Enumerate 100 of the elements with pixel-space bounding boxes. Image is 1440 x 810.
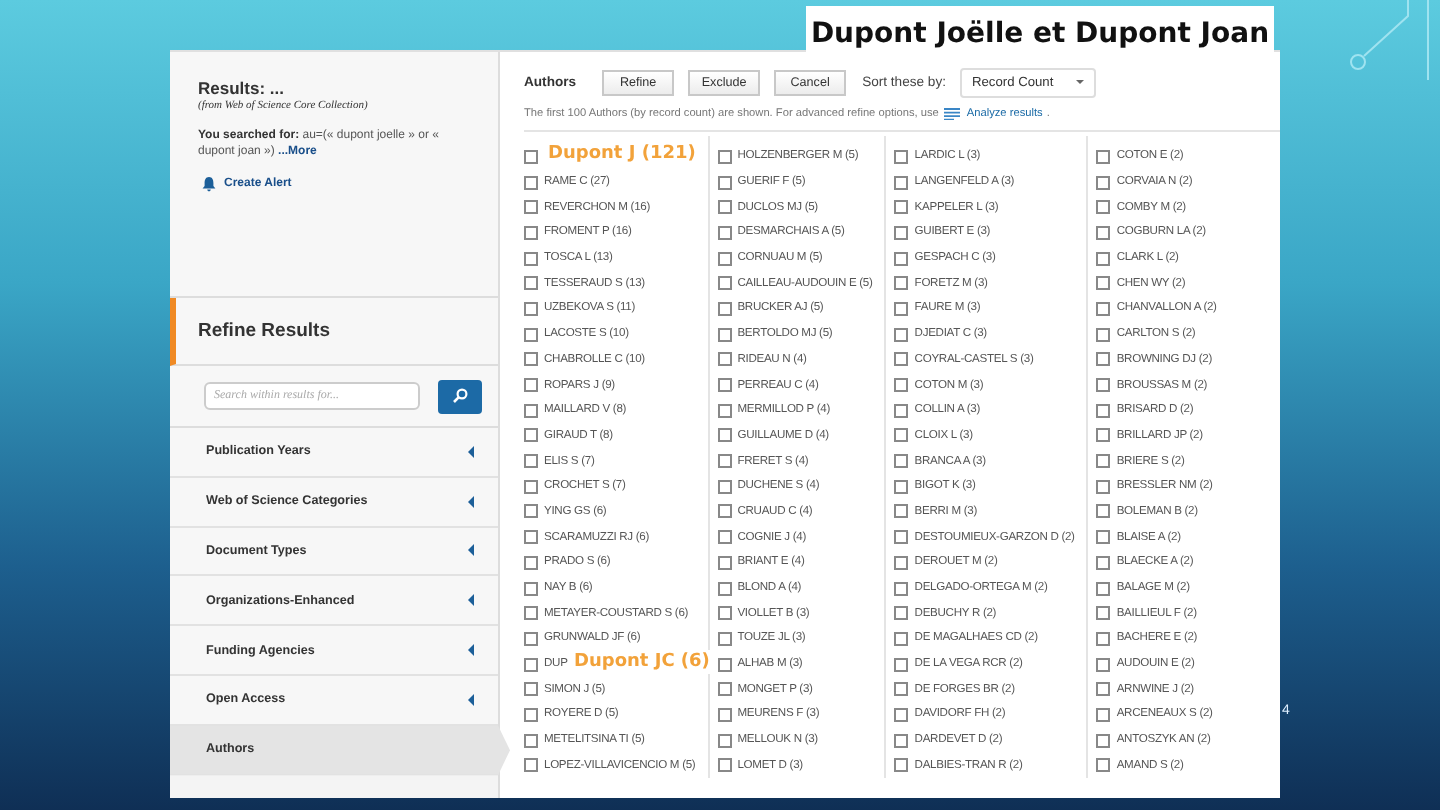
checkbox[interactable] bbox=[524, 682, 538, 697]
checkbox[interactable] bbox=[524, 530, 538, 545]
checkbox[interactable] bbox=[717, 327, 732, 342]
checkbox[interactable] bbox=[524, 301, 538, 316]
checkbox[interactable] bbox=[894, 149, 909, 164]
checkbox[interactable] bbox=[894, 378, 909, 393]
checkbox[interactable] bbox=[717, 606, 732, 621]
checkbox[interactable] bbox=[717, 403, 732, 418]
checkbox[interactable] bbox=[524, 606, 538, 621]
checkbox[interactable] bbox=[894, 251, 909, 266]
checkbox[interactable] bbox=[524, 555, 538, 570]
checkbox[interactable] bbox=[524, 581, 538, 596]
checkbox[interactable] bbox=[717, 631, 732, 646]
checkbox[interactable] bbox=[894, 276, 909, 291]
checkbox[interactable] bbox=[1096, 428, 1111, 443]
checkbox[interactable] bbox=[524, 352, 538, 367]
checkbox[interactable] bbox=[894, 733, 909, 748]
checkbox[interactable] bbox=[524, 149, 538, 164]
checkbox[interactable] bbox=[717, 200, 732, 215]
checkbox[interactable] bbox=[894, 682, 909, 697]
checkbox[interactable] bbox=[717, 454, 732, 469]
checkbox[interactable] bbox=[717, 733, 732, 748]
checkbox[interactable] bbox=[524, 276, 538, 291]
checkbox[interactable] bbox=[1096, 225, 1111, 240]
checkbox[interactable] bbox=[524, 200, 538, 215]
checkbox[interactable] bbox=[524, 225, 538, 240]
checkbox[interactable] bbox=[717, 352, 732, 367]
checkbox[interactable] bbox=[894, 454, 909, 469]
checkbox[interactable] bbox=[717, 149, 732, 164]
checkbox[interactable] bbox=[894, 606, 909, 621]
checkbox[interactable] bbox=[1096, 403, 1111, 418]
checkbox[interactable] bbox=[894, 504, 909, 519]
checkbox[interactable] bbox=[1096, 200, 1111, 215]
checkbox[interactable] bbox=[524, 479, 538, 494]
checkbox[interactable] bbox=[524, 251, 538, 266]
checkbox[interactable] bbox=[717, 276, 732, 291]
checkbox[interactable] bbox=[1096, 657, 1111, 672]
checkbox[interactable] bbox=[1096, 504, 1111, 519]
checkbox[interactable] bbox=[1096, 758, 1111, 773]
checkbox[interactable] bbox=[894, 428, 909, 443]
checkbox[interactable] bbox=[717, 707, 732, 722]
checkbox[interactable] bbox=[1096, 479, 1111, 494]
checkbox[interactable] bbox=[1096, 251, 1111, 266]
checkbox[interactable] bbox=[894, 707, 909, 722]
checkbox[interactable] bbox=[717, 175, 732, 190]
checkbox[interactable] bbox=[1096, 530, 1111, 545]
checkbox[interactable] bbox=[717, 504, 732, 519]
checkbox[interactable] bbox=[1096, 581, 1111, 596]
checkbox[interactable] bbox=[524, 428, 538, 443]
checkbox[interactable] bbox=[524, 657, 538, 672]
checkbox[interactable] bbox=[1096, 327, 1111, 342]
checkbox[interactable] bbox=[524, 454, 538, 469]
checkbox[interactable] bbox=[1096, 352, 1111, 367]
checkbox[interactable] bbox=[524, 758, 538, 773]
checkbox[interactable] bbox=[1096, 149, 1111, 164]
search-button[interactable] bbox=[438, 379, 482, 413]
checkbox[interactable] bbox=[894, 631, 909, 646]
checkbox[interactable] bbox=[1096, 682, 1111, 697]
checkbox[interactable] bbox=[1096, 606, 1111, 621]
checkbox[interactable] bbox=[894, 200, 909, 215]
checkbox[interactable] bbox=[894, 352, 909, 367]
checkbox[interactable] bbox=[1096, 555, 1111, 570]
checkbox[interactable] bbox=[524, 175, 538, 190]
checkbox[interactable] bbox=[894, 301, 909, 316]
checkbox[interactable] bbox=[1096, 733, 1111, 748]
checkbox[interactable] bbox=[894, 581, 909, 596]
checkbox[interactable] bbox=[524, 378, 538, 393]
checkbox[interactable] bbox=[1096, 454, 1111, 469]
checkbox[interactable] bbox=[524, 733, 538, 748]
checkbox[interactable] bbox=[717, 378, 732, 393]
checkbox[interactable] bbox=[717, 428, 732, 443]
checkbox[interactable] bbox=[717, 530, 732, 545]
checkbox[interactable] bbox=[894, 175, 909, 190]
checkbox[interactable] bbox=[894, 657, 909, 672]
checkbox[interactable] bbox=[894, 555, 909, 570]
checkbox[interactable] bbox=[894, 530, 909, 545]
checkbox[interactable] bbox=[1096, 378, 1111, 393]
checkbox[interactable] bbox=[717, 758, 732, 773]
checkbox[interactable] bbox=[524, 327, 538, 342]
checkbox[interactable] bbox=[1096, 707, 1111, 722]
checkbox[interactable] bbox=[717, 555, 732, 570]
checkbox[interactable] bbox=[717, 479, 732, 494]
checkbox[interactable] bbox=[717, 657, 732, 672]
checkbox[interactable] bbox=[717, 682, 732, 697]
checkbox[interactable] bbox=[894, 403, 909, 418]
checkbox[interactable] bbox=[717, 251, 732, 266]
checkbox[interactable] bbox=[717, 225, 732, 240]
checkbox[interactable] bbox=[894, 225, 909, 240]
checkbox[interactable] bbox=[1096, 631, 1111, 646]
checkbox[interactable] bbox=[894, 327, 909, 342]
checkbox[interactable] bbox=[894, 758, 909, 773]
checkbox[interactable] bbox=[524, 504, 538, 519]
checkbox[interactable] bbox=[717, 301, 732, 316]
checkbox[interactable] bbox=[1096, 301, 1111, 316]
checkbox[interactable] bbox=[524, 403, 538, 418]
checkbox[interactable] bbox=[894, 479, 909, 494]
checkbox[interactable] bbox=[524, 707, 538, 722]
checkbox[interactable] bbox=[717, 581, 732, 596]
checkbox[interactable] bbox=[524, 631, 538, 646]
checkbox[interactable] bbox=[1096, 175, 1111, 190]
